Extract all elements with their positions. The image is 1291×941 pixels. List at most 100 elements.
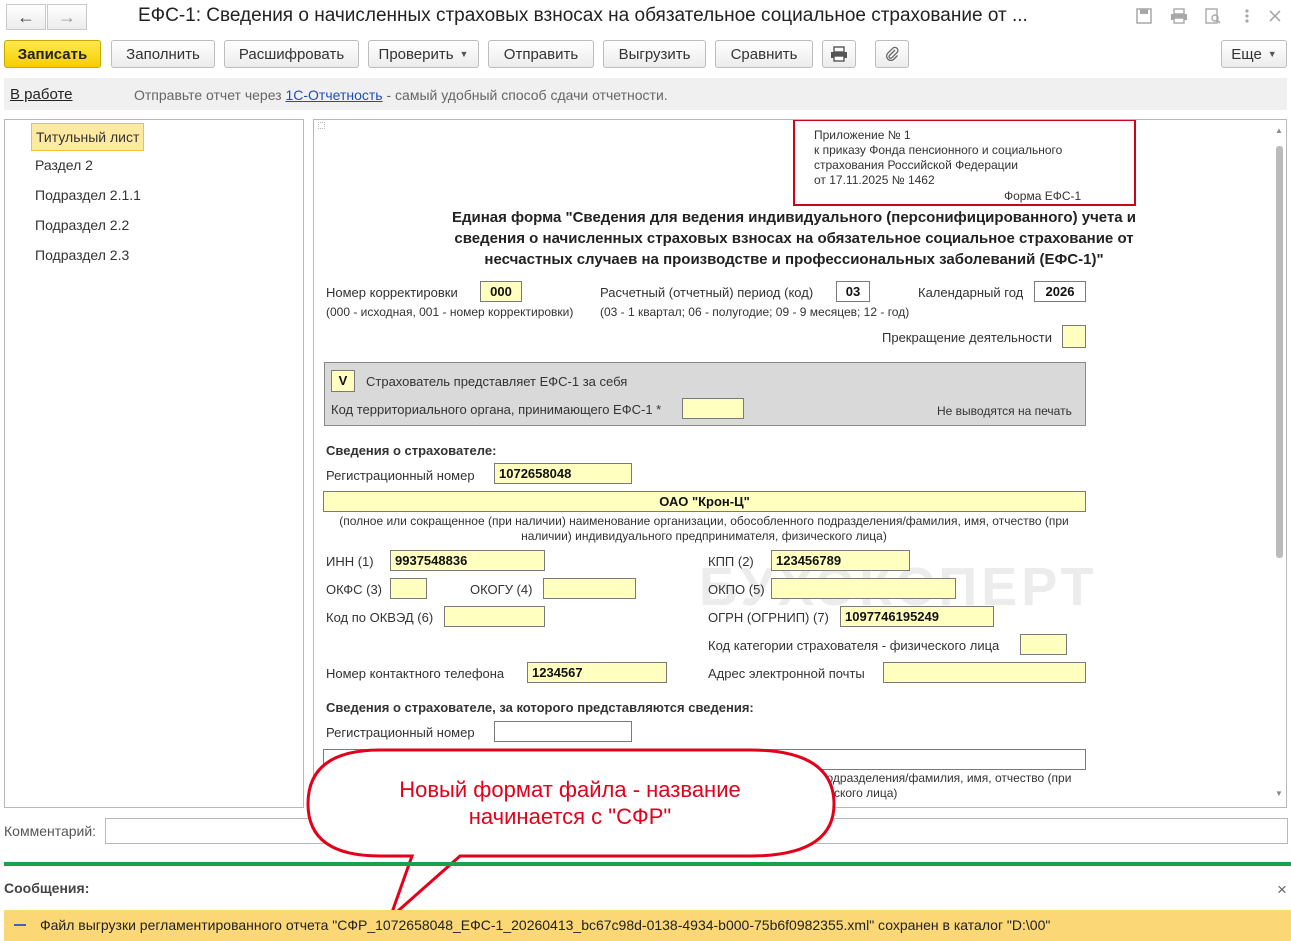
okfs-field[interactable]: [390, 578, 427, 599]
org-name-field[interactable]: ОАО "Крон-Ц": [323, 491, 1086, 512]
nav-item-subsection-2-1-1[interactable]: Подраздел 2.1.1: [31, 182, 145, 210]
rep-reg-number-field[interactable]: [494, 721, 632, 742]
info-bar: В работе Отправьте отчет через 1С-Отчетн…: [4, 78, 1287, 110]
reg-number-field[interactable]: 1072658048: [494, 463, 632, 484]
inn-label: ИНН (1): [326, 554, 374, 569]
nav-item-section-2[interactable]: Раздел 2: [31, 152, 97, 180]
inn-field[interactable]: 9937548836: [390, 550, 545, 571]
okved-field[interactable]: [444, 606, 545, 627]
form-heading-line-1: Единая форма "Сведения для ведения индив…: [451, 209, 1137, 226]
appendix-line-1: Приложение № 1: [814, 128, 911, 142]
arrow-right-icon: →: [58, 6, 76, 27]
termination-field[interactable]: [1062, 325, 1086, 348]
section-nav: Титульный лист Раздел 2 Подраздел 2.1.1 …: [4, 119, 304, 808]
scroll-down-icon[interactable]: ▼: [1275, 789, 1283, 798]
self-submission-label: Страхователь представляет ЕФС-1 за себя: [366, 374, 628, 389]
appendix-line-3: страхования Российской Федерации: [814, 158, 1018, 172]
comment-label: Комментарий:: [4, 823, 97, 839]
appendix-line-4: от 17.11.2025 № 1462: [814, 173, 935, 187]
ogrn-field[interactable]: 1097746195249: [840, 606, 994, 627]
nav-item-title-page[interactable]: Титульный лист: [31, 123, 145, 151]
category-field[interactable]: [1020, 634, 1067, 655]
callout-bubble: [306, 748, 836, 920]
rep-note-2: ского лица): [834, 786, 898, 800]
org-name-note-1: (полное или сокращенное (при наличии) на…: [339, 514, 1069, 528]
year-field[interactable]: 2026: [1034, 281, 1086, 302]
check-dropdown-button[interactable]: Проверить ▼: [368, 40, 479, 68]
no-print-note: Не выводятся на печать: [937, 404, 1072, 418]
insurer-heading: Сведения о страхователе:: [326, 443, 497, 458]
reg-number-label: Регистрационный номер: [326, 468, 475, 483]
callout-line-1: Новый формат файла - название: [399, 777, 741, 802]
save-button[interactable]: Записать: [4, 40, 101, 68]
correction-label: Номер корректировки: [326, 285, 458, 300]
okpo-field[interactable]: [771, 578, 956, 599]
message-row[interactable]: Файл выгрузки регламентированного отчета…: [4, 910, 1291, 941]
period-note: (03 - 1 квартал; 06 - полугодие; 09 - 9 …: [600, 305, 910, 319]
self-submission-checkbox[interactable]: V: [331, 370, 355, 392]
compare-button[interactable]: Сравнить: [715, 40, 813, 68]
chevron-down-icon: ▼: [459, 49, 469, 59]
represented-heading: Сведения о страхователе, за которого пре…: [326, 700, 754, 715]
scroll-thumb[interactable]: [1276, 146, 1283, 558]
kpp-field[interactable]: 123456789: [771, 550, 910, 571]
correction-note: (000 - исходная, 001 - номер корректиров…: [326, 305, 574, 319]
more-label: Еще: [1231, 45, 1262, 63]
send-button[interactable]: Отправить: [488, 40, 594, 68]
preview-icon[interactable]: [1202, 6, 1224, 26]
kpp-label: КПП (2): [708, 554, 754, 569]
okogu-field[interactable]: [543, 578, 636, 599]
email-field[interactable]: [883, 662, 1086, 683]
reporting-link[interactable]: 1С-Отчетность: [285, 87, 382, 103]
fill-button[interactable]: Заполнить: [111, 40, 215, 68]
paperclip-icon: [885, 46, 899, 62]
territorial-code-label: Код территориального органа, принимающег…: [331, 402, 662, 417]
forward-button[interactable]: →: [47, 4, 87, 30]
phone-field[interactable]: 1234567: [527, 662, 667, 683]
period-label: Расчетный (отчетный) период (код): [600, 285, 814, 300]
collapse-dash-icon[interactable]: [14, 924, 26, 926]
year-label: Календарный год: [918, 285, 1024, 300]
window-title: ЕФС-1: Сведения о начисленных страховых …: [138, 5, 1028, 26]
check-label: Проверить: [378, 45, 454, 63]
export-button[interactable]: Выгрузить: [603, 40, 706, 68]
form-heading-line-2: сведения о начисленных страховых взносах…: [454, 230, 1134, 247]
territorial-code-field[interactable]: [682, 398, 744, 419]
callout-line-2: начинается с "СФР": [468, 804, 672, 829]
print-button[interactable]: [822, 40, 856, 68]
decode-button[interactable]: Расшифровать: [224, 40, 359, 68]
print-icon[interactable]: [1168, 6, 1190, 26]
form-heading: Единая форма "Сведения для ведения индив…: [314, 207, 1274, 270]
info-suffix: - самый удобный способ сдачи отчетности.: [382, 87, 668, 103]
collapse-marker: [318, 122, 325, 129]
termination-label: Прекращение деятельности: [882, 330, 1052, 345]
form-heading-line-3: несчастных случаев на производстве и про…: [484, 251, 1104, 268]
okpo-label: ОКПО (5): [708, 582, 765, 597]
appendix-line-2: к приказу Фонда пенсионного и социальног…: [814, 143, 1063, 157]
message-text: Файл выгрузки регламентированного отчета…: [40, 917, 1051, 933]
self-submission-box: V Страхователь представляет ЕФС-1 за себ…: [324, 362, 1086, 426]
more-dropdown-button[interactable]: Еще ▼: [1221, 40, 1287, 68]
correction-field[interactable]: 000: [480, 281, 522, 302]
attach-button[interactable]: [875, 40, 909, 68]
scroll-up-icon[interactable]: ▲: [1275, 126, 1283, 135]
messages-close-icon[interactable]: ×: [1277, 880, 1287, 900]
callout-text: Новый формат файла - название начинается…: [340, 776, 800, 830]
appendix-form-name: Форма ЕФС-1: [1004, 189, 1082, 203]
form-scrollbar[interactable]: ▲ ▼: [1272, 120, 1286, 807]
save-icon[interactable]: [1133, 6, 1155, 26]
more-vertical-icon[interactable]: [1236, 6, 1258, 26]
status-link[interactable]: В работе: [10, 86, 73, 103]
rep-note-1: подразделения/фамилия, имя, отчество (пр…: [820, 771, 1072, 785]
nav-item-subsection-2-2[interactable]: Подраздел 2.2: [31, 212, 133, 240]
nav-item-subsection-2-3[interactable]: Подраздел 2.3: [31, 242, 133, 270]
printer-icon: [831, 46, 847, 62]
close-icon[interactable]: [1264, 6, 1286, 26]
period-field[interactable]: 03: [836, 281, 870, 302]
back-button[interactable]: ←: [6, 4, 46, 30]
messages-separator: [4, 862, 1291, 866]
info-prefix: Отправьте отчет через: [134, 87, 286, 103]
okogu-label: ОКОГУ (4): [470, 582, 533, 597]
chevron-down-icon: ▼: [1267, 49, 1277, 59]
org-name-note-2: наличии) индивидуального предпринимателя…: [521, 529, 887, 543]
